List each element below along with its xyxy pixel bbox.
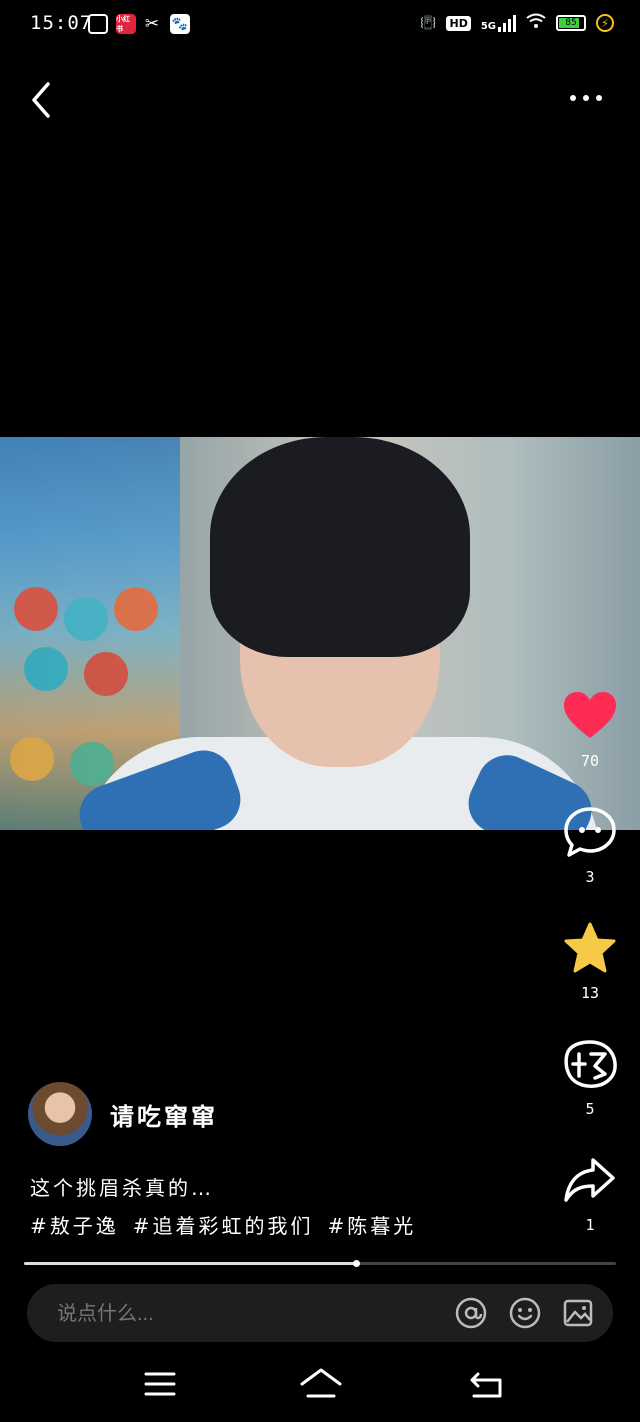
emoji-icon bbox=[509, 1297, 541, 1329]
progress-handle[interactable] bbox=[352, 1260, 360, 1267]
back-button[interactable] bbox=[28, 80, 58, 120]
status-time: 15:07 bbox=[30, 12, 93, 34]
more-dot-icon bbox=[596, 95, 602, 101]
menu-button[interactable] bbox=[140, 1366, 180, 1402]
hd-badge: HD bbox=[446, 15, 471, 31]
star-icon bbox=[560, 920, 620, 976]
home-icon bbox=[300, 1368, 342, 1398]
comment-count: 3 bbox=[585, 868, 595, 886]
emoji-button[interactable] bbox=[509, 1297, 541, 1329]
back-nav-button[interactable] bbox=[466, 1366, 506, 1402]
battery-icon: 85 bbox=[556, 15, 586, 31]
comment-bubble-icon bbox=[560, 804, 620, 860]
app-notification-icon bbox=[88, 14, 108, 34]
image-button[interactable] bbox=[562, 1297, 594, 1329]
nice-stamp-icon bbox=[560, 1036, 620, 1092]
hashtag-list: #敖子逸 #追着彩虹的我们 #陈暮光 bbox=[30, 1210, 416, 1239]
video-subject-hair bbox=[210, 437, 470, 657]
hashtag-link[interactable]: #敖子逸 bbox=[30, 1210, 119, 1239]
system-navigation-bar bbox=[0, 1352, 640, 1422]
video-player[interactable] bbox=[0, 437, 640, 830]
at-icon bbox=[455, 1297, 487, 1329]
signal-icon bbox=[498, 14, 516, 32]
favorite-count: 13 bbox=[580, 984, 600, 1002]
heart-icon bbox=[560, 688, 620, 744]
comment-bar bbox=[27, 1284, 613, 1344]
avatar[interactable] bbox=[28, 1082, 92, 1146]
hashtag-link[interactable]: #追着彩虹的我们 bbox=[133, 1210, 314, 1239]
capcut-icon: ✂ bbox=[144, 14, 160, 34]
video-progress-bar[interactable] bbox=[24, 1260, 616, 1267]
like-button[interactable]: 70 bbox=[560, 688, 620, 770]
share-count: 1 bbox=[585, 1216, 595, 1234]
progress-fill bbox=[24, 1262, 356, 1265]
status-bar: 15:07 小红书 ✂ 🐾 📳 HD 5G 85 ⚡ bbox=[0, 0, 640, 50]
status-indicators: 📳 HD 5G 85 ⚡ bbox=[420, 13, 614, 33]
author-name[interactable]: 请吃窜窜 bbox=[110, 1097, 218, 1132]
author-info[interactable]: 请吃窜窜 bbox=[28, 1082, 218, 1146]
nice-button[interactable]: 5 bbox=[560, 1036, 620, 1118]
xiaohongshu-icon: 小红书 bbox=[116, 14, 136, 34]
charging-icon: ⚡ bbox=[596, 14, 614, 32]
image-icon bbox=[563, 1299, 593, 1327]
menu-icon bbox=[144, 1372, 176, 1396]
more-options-button[interactable] bbox=[570, 88, 610, 108]
mention-button[interactable] bbox=[455, 1297, 487, 1329]
wifi-icon bbox=[526, 13, 546, 33]
more-dot-icon bbox=[570, 95, 576, 101]
home-button[interactable] bbox=[298, 1366, 344, 1402]
comment-button[interactable]: 3 bbox=[560, 804, 620, 886]
share-button[interactable]: 1 bbox=[560, 1152, 620, 1234]
chevron-left-icon bbox=[32, 82, 50, 118]
vibrate-icon: 📳 bbox=[420, 15, 437, 31]
share-arrow-icon bbox=[560, 1152, 620, 1208]
network-label: 5G bbox=[481, 14, 516, 32]
return-icon bbox=[470, 1372, 502, 1398]
hashtag-link[interactable]: #陈暮光 bbox=[328, 1210, 417, 1239]
comment-input[interactable] bbox=[55, 1284, 324, 1344]
nice-count: 5 bbox=[585, 1100, 595, 1118]
post-caption: 这个挑眉杀真的… bbox=[30, 1176, 214, 1200]
baidu-icon: 🐾 bbox=[170, 14, 190, 34]
like-count: 70 bbox=[580, 752, 600, 770]
more-dot-icon bbox=[583, 95, 589, 101]
favorite-button[interactable]: 13 bbox=[560, 920, 620, 1002]
